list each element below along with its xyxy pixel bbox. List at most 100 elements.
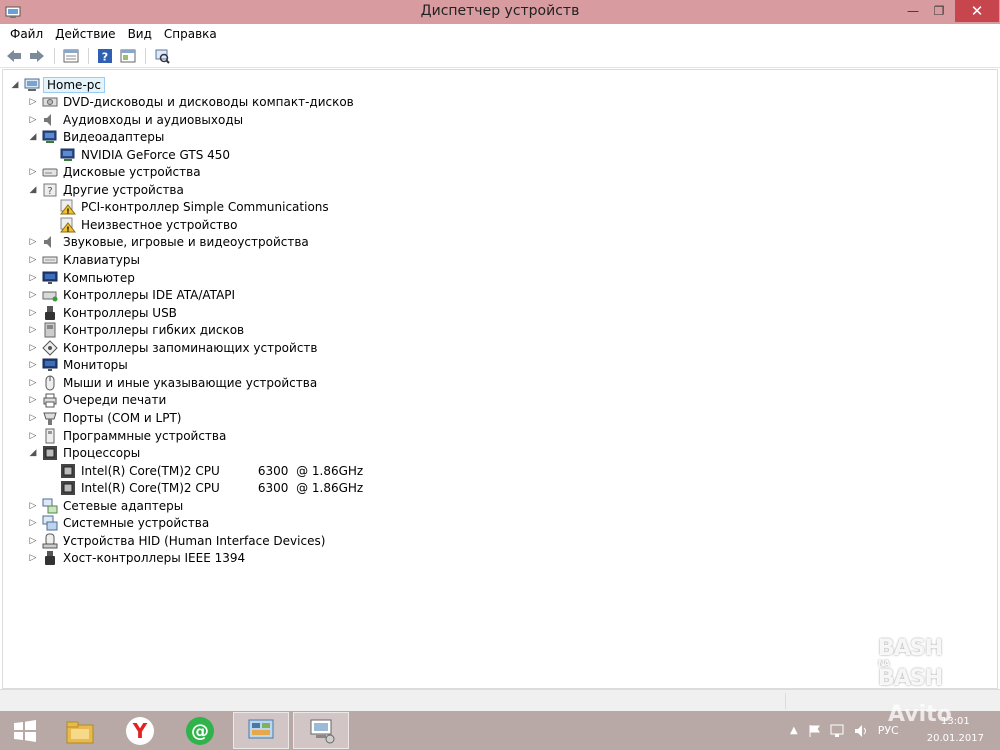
tree-node-label[interactable]: DVD-дисководы и дисководы компакт-дисков bbox=[61, 95, 356, 109]
properties-icon[interactable] bbox=[60, 46, 82, 66]
tree-category[interactable]: ◢ Процессоры bbox=[27, 445, 142, 462]
tree-node-label[interactable]: Неизвестное устройство bbox=[79, 218, 239, 232]
tree-category[interactable]: ▷ Хост-контроллеры IEEE 1394 bbox=[27, 550, 247, 567]
tree-node-label[interactable]: Intel(R) Core(TM)2 CPU 6300 @ 1.86GHz bbox=[79, 464, 365, 478]
expand-arrow-icon[interactable]: ▷ bbox=[27, 412, 39, 424]
minimize-button[interactable]: — bbox=[900, 0, 926, 22]
tree-category[interactable]: ◢ Видеоадаптеры bbox=[27, 129, 166, 146]
tree-category[interactable]: ▷ Контроллеры USB bbox=[27, 304, 179, 321]
yandex-browser-icon[interactable]: Y bbox=[117, 712, 163, 749]
collapse-arrow-icon[interactable]: ◢ bbox=[27, 184, 39, 196]
tree-node-label[interactable]: PCI-контроллер Simple Communications bbox=[79, 200, 331, 214]
tree-node-label[interactable]: Компьютер bbox=[61, 271, 137, 285]
device-tree[interactable]: ◢ Home-pc ▷ DVD-дисководы и дисководы компа… bbox=[2, 69, 998, 689]
tree-category[interactable]: ▷ Мыши и иные указывающие устройства bbox=[27, 374, 319, 391]
tree-node-label[interactable]: Хост-контроллеры IEEE 1394 bbox=[61, 551, 247, 565]
tree-category[interactable]: ▷ Программные устройства bbox=[27, 427, 228, 444]
tree-node-label[interactable]: Мониторы bbox=[61, 358, 130, 372]
tree-category[interactable]: ▷ Сетевые адаптеры bbox=[27, 497, 185, 514]
network-icon[interactable] bbox=[830, 724, 846, 738]
expand-arrow-icon[interactable]: ▷ bbox=[27, 166, 39, 178]
tree-category[interactable]: ▷ Дисковые устройства bbox=[27, 164, 203, 181]
expand-arrow-icon[interactable]: ▷ bbox=[27, 96, 39, 108]
tree-node-label[interactable]: Сетевые адаптеры bbox=[61, 499, 185, 513]
file-explorer-icon[interactable] bbox=[57, 712, 103, 749]
tree-node-label[interactable]: Дисковые устройства bbox=[61, 165, 203, 179]
collapse-arrow-icon[interactable]: ◢ bbox=[9, 79, 21, 91]
menu-help[interactable]: Справка bbox=[158, 27, 223, 41]
maximize-button[interactable]: ❐ bbox=[926, 0, 952, 22]
expand-arrow-icon[interactable]: ▷ bbox=[27, 517, 39, 529]
tree-root[interactable]: ◢ Home-pc bbox=[9, 76, 105, 93]
tree-category[interactable]: ▷ DVD-дисководы и дисководы компакт-диско… bbox=[27, 94, 356, 111]
expand-arrow-icon[interactable]: ▷ bbox=[27, 535, 39, 547]
tree-node-label[interactable]: Другие устройства bbox=[61, 183, 186, 197]
tree-device[interactable]: NVIDIA GeForce GTS 450 bbox=[45, 146, 232, 163]
expand-arrow-icon[interactable]: ▷ bbox=[27, 552, 39, 564]
icq-icon[interactable]: @ bbox=[177, 712, 223, 749]
expand-arrow-icon[interactable]: ▷ bbox=[27, 394, 39, 406]
tree-node-label[interactable]: Порты (COM и LPT) bbox=[61, 411, 183, 425]
back-icon[interactable] bbox=[3, 46, 25, 66]
tree-category[interactable]: ▷ Контроллеры гибких дисков bbox=[27, 322, 246, 339]
tree-node-label[interactable]: Home-pc bbox=[43, 76, 105, 93]
tree-node-label[interactable]: Звуковые, игровые и видеоустройства bbox=[61, 235, 311, 249]
tree-node-label[interactable]: Программные устройства bbox=[61, 429, 228, 443]
expand-arrow-icon[interactable]: ▷ bbox=[27, 342, 39, 354]
action-center-flag-icon[interactable] bbox=[808, 724, 822, 738]
tree-node-label[interactable]: Контроллеры запоминающих устройств bbox=[61, 341, 319, 355]
tree-node-label[interactable]: Контроллеры гибких дисков bbox=[61, 323, 246, 337]
start-icon[interactable] bbox=[8, 712, 42, 749]
expand-arrow-icon[interactable]: ▷ bbox=[27, 430, 39, 442]
tree-category[interactable]: ▷ Звуковые, игровые и видеоустройства bbox=[27, 234, 311, 251]
tray-expand-icon[interactable]: ▲ bbox=[790, 725, 798, 736]
expand-arrow-icon[interactable]: ▷ bbox=[27, 324, 39, 336]
tree-node-label[interactable]: Контроллеры IDE ATA/ATAPI bbox=[61, 288, 237, 302]
tree-category[interactable]: ▷ Мониторы bbox=[27, 357, 130, 374]
tree-node-label[interactable]: Очереди печати bbox=[61, 393, 168, 407]
tree-category[interactable]: ▷ Очереди печати bbox=[27, 392, 168, 409]
device-manager-icon[interactable] bbox=[293, 712, 349, 749]
expand-arrow-icon[interactable]: ▷ bbox=[27, 359, 39, 371]
control-panel-icon[interactable] bbox=[233, 712, 289, 749]
tree-category[interactable]: ▷ Клавиатуры bbox=[27, 252, 142, 269]
menu-file[interactable]: Файл bbox=[4, 27, 49, 41]
tree-category[interactable]: ▷ Системные устройства bbox=[27, 515, 211, 532]
show-hide-icon[interactable] bbox=[117, 46, 139, 66]
help-icon[interactable]: ? bbox=[94, 46, 116, 66]
menu-action[interactable]: Действие bbox=[49, 27, 121, 41]
close-button[interactable]: ✕ bbox=[955, 0, 999, 22]
tree-category[interactable]: ▷ Контроллеры запоминающих устройств bbox=[27, 339, 319, 356]
scan-hardware-icon[interactable] bbox=[151, 46, 173, 66]
collapse-arrow-icon[interactable]: ◢ bbox=[27, 447, 39, 459]
volume-icon[interactable] bbox=[854, 724, 870, 738]
tree-category[interactable]: ◢? Другие устройства bbox=[27, 181, 186, 198]
tree-device[interactable]: Intel(R) Core(TM)2 CPU 6300 @ 1.86GHz bbox=[45, 462, 365, 479]
expand-arrow-icon[interactable]: ▷ bbox=[27, 236, 39, 248]
collapse-arrow-icon[interactable]: ◢ bbox=[27, 131, 39, 143]
tree-node-label[interactable]: Мыши и иные указывающие устройства bbox=[61, 376, 319, 390]
tree-node-label[interactable]: NVIDIA GeForce GTS 450 bbox=[79, 148, 232, 162]
tree-category[interactable]: ▷ Порты (COM и LPT) bbox=[27, 409, 183, 426]
tree-category[interactable]: ▷ Контроллеры IDE ATA/ATAPI bbox=[27, 287, 237, 304]
expand-arrow-icon[interactable]: ▷ bbox=[27, 114, 39, 126]
expand-arrow-icon[interactable]: ▷ bbox=[27, 500, 39, 512]
tree-category[interactable]: ▷ Устройства HID (Human Interface Devices… bbox=[27, 532, 327, 549]
tree-node-label[interactable]: Аудиовходы и аудиовыходы bbox=[61, 113, 245, 127]
menu-view[interactable]: Вид bbox=[122, 27, 158, 41]
expand-arrow-icon[interactable]: ▷ bbox=[27, 307, 39, 319]
tree-device[interactable]: Intel(R) Core(TM)2 CPU 6300 @ 1.86GHz bbox=[45, 480, 365, 497]
tree-node-label[interactable]: Клавиатуры bbox=[61, 253, 142, 267]
expand-arrow-icon[interactable]: ▷ bbox=[27, 272, 39, 284]
tree-node-label[interactable]: Контроллеры USB bbox=[61, 306, 179, 320]
tree-category[interactable]: ▷ Аудиовходы и аудиовыходы bbox=[27, 111, 245, 128]
tree-device[interactable]: ! Неизвестное устройство bbox=[45, 216, 239, 233]
expand-arrow-icon[interactable]: ▷ bbox=[27, 254, 39, 266]
tree-category[interactable]: ▷ Компьютер bbox=[27, 269, 137, 286]
tree-node-label[interactable]: Intel(R) Core(TM)2 CPU 6300 @ 1.86GHz bbox=[79, 481, 365, 495]
tree-node-label[interactable]: Видеоадаптеры bbox=[61, 130, 166, 144]
tree-node-label[interactable]: Процессоры bbox=[61, 446, 142, 460]
forward-icon[interactable] bbox=[26, 46, 48, 66]
expand-arrow-icon[interactable]: ▷ bbox=[27, 289, 39, 301]
tree-node-label[interactable]: Устройства HID (Human Interface Devices) bbox=[61, 534, 327, 548]
